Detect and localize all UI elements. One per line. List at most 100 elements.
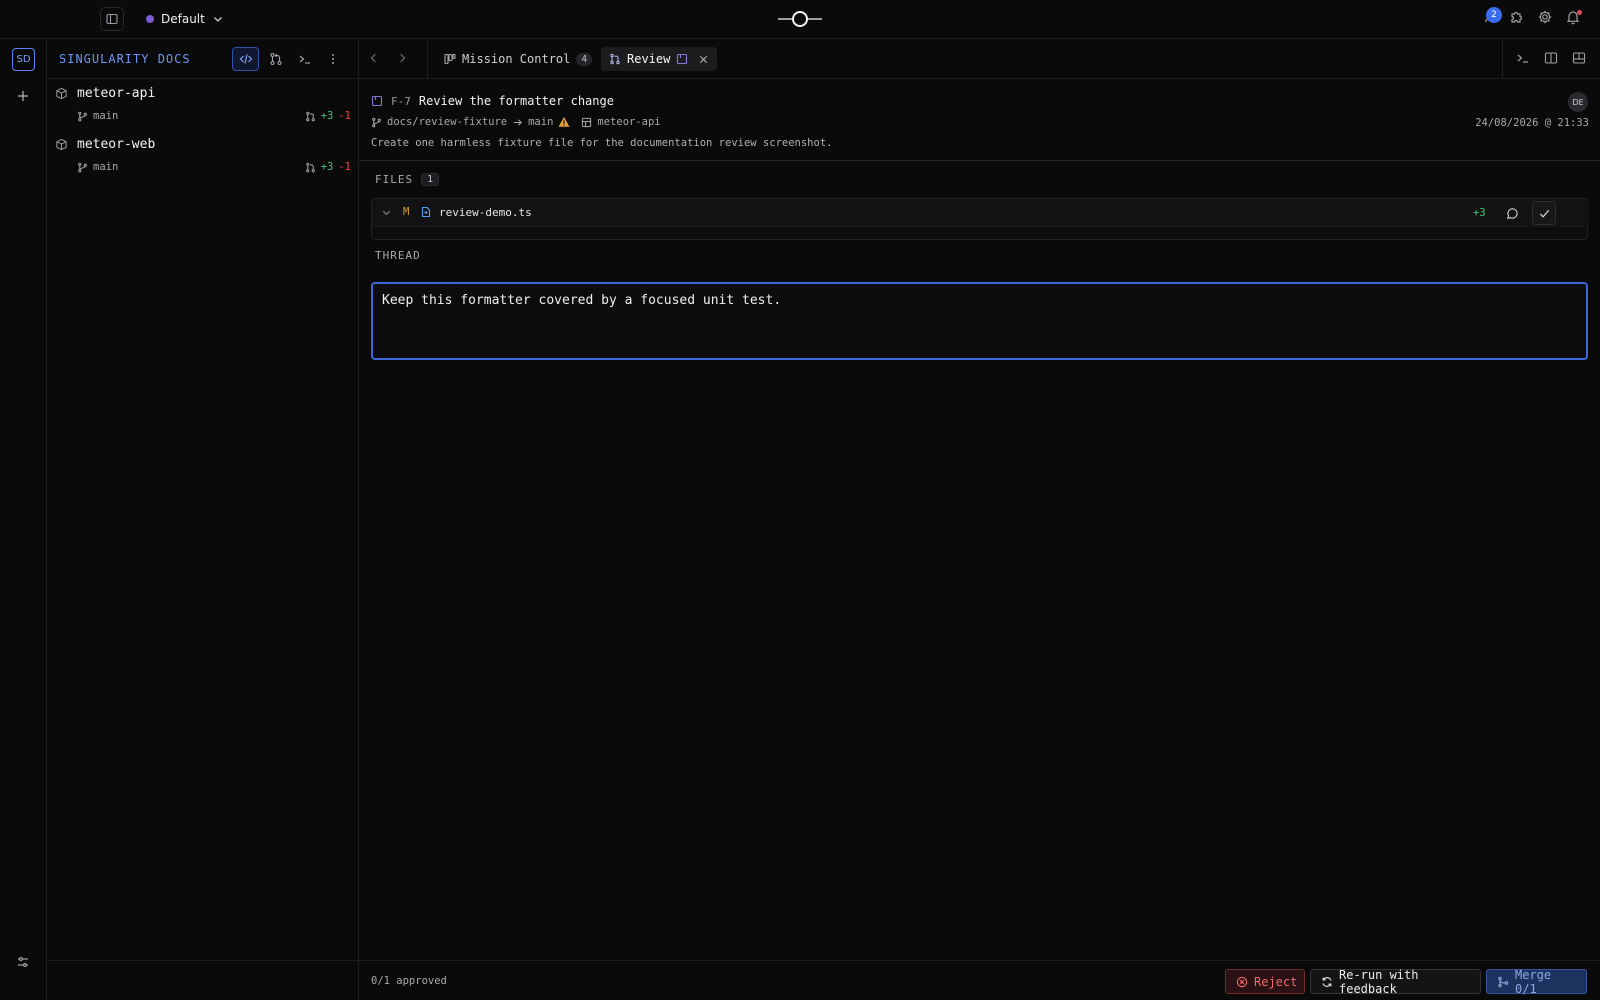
repo-item[interactable]: meteor-web main +3 -1	[55, 137, 351, 177]
close-tab-icon[interactable]	[698, 54, 709, 65]
message-circle-icon	[1506, 207, 1519, 220]
terminal-icon	[298, 52, 312, 66]
task-key: F-7	[391, 94, 411, 108]
git-pull-request-icon	[609, 53, 621, 65]
thread-label: THREAD	[375, 249, 421, 262]
merge-button[interactable]: Merge 0/1	[1486, 967, 1587, 996]
more-options-button[interactable]	[319, 47, 346, 71]
terminal-panel-icon[interactable]	[1516, 51, 1530, 65]
repo-diff-stats: +3 -1	[305, 110, 351, 122]
terminal-button[interactable]	[291, 47, 318, 71]
pull-requests-button[interactable]	[262, 47, 289, 71]
project-badge[interactable]: SD	[12, 48, 35, 71]
cube-icon	[55, 138, 68, 151]
repo-branch-name: main	[93, 110, 119, 122]
workspace-color-dot	[146, 15, 154, 23]
tab-label: Review	[627, 52, 671, 66]
project-rail: SD	[0, 39, 47, 1000]
cube-icon	[55, 87, 68, 100]
main-panel: Mission Control 4 Review F-7 Review the …	[359, 39, 1600, 1000]
tab-review[interactable]: Review	[601, 47, 717, 71]
workspace-name: Default	[161, 12, 205, 26]
file-additions: +3	[1473, 207, 1486, 219]
panel-layout-icon[interactable]	[1572, 51, 1586, 65]
task-status-icon	[371, 95, 383, 107]
x-circle-icon	[1236, 976, 1248, 988]
merge-label: Merge 0/1	[1515, 967, 1552, 996]
back-arrow-icon[interactable]	[367, 51, 381, 65]
review-footer: 0/1 approved Reject Re-run with feedback…	[359, 960, 1600, 1000]
source-branch: docs/review-fixture	[387, 116, 508, 128]
target-branch: main	[528, 116, 554, 128]
sidebar: SINGULARITY DOCS meteor-api main +3 -1 m…	[47, 39, 359, 1000]
workspace-selector[interactable]: Default	[146, 10, 224, 28]
git-compare-icon	[305, 111, 316, 122]
repo-additions: +3	[320, 110, 334, 122]
kanban-icon	[444, 53, 456, 65]
sidebar-toggle-icon	[106, 13, 118, 25]
tab-separator	[427, 39, 428, 79]
task-description: Create one harmless fixture file for the…	[371, 137, 833, 149]
tab-bar: Mission Control 4 Review	[359, 39, 1600, 79]
sidebar-footer	[47, 960, 359, 1000]
puzzle-icon[interactable]	[1509, 9, 1525, 25]
rerun-with-feedback-button[interactable]: Re-run with feedback	[1310, 967, 1481, 996]
tab-mission-control[interactable]: Mission Control 4	[436, 47, 600, 71]
rerun-label: Re-run with feedback	[1339, 967, 1419, 996]
split-view-icon[interactable]	[1544, 51, 1558, 65]
top-bar: Default 2	[0, 0, 1600, 39]
check-icon	[1538, 207, 1551, 220]
git-compare-icon	[305, 162, 316, 173]
files-section-label: FILES 1	[375, 173, 440, 186]
notification-unread-dot	[1577, 10, 1582, 15]
repo-deletions: -1	[338, 161, 351, 173]
task-meta: docs/review-fixture main meteor-api	[371, 116, 661, 128]
sidebar-header: SINGULARITY DOCS	[47, 39, 359, 79]
repo-item[interactable]: meteor-api main +3 -1	[55, 86, 351, 126]
tab-label: Mission Control	[462, 52, 571, 66]
git-pull-request-icon	[269, 52, 283, 66]
repo-diff-stats: +3 -1	[305, 161, 351, 173]
repo-branch: main	[77, 161, 118, 173]
task-heading: F-7 Review the formatter change	[371, 94, 614, 108]
task-status-icon	[676, 53, 688, 65]
sliders-icon[interactable]	[16, 955, 30, 969]
forward-arrow-icon[interactable]	[395, 51, 409, 65]
repo-name: meteor-web	[77, 137, 156, 152]
task-timestamp: 24/08/2026 @ 21:33	[1475, 117, 1589, 129]
file-name[interactable]: review-demo.ts	[439, 206, 532, 219]
repo-name: meteor-api	[77, 86, 156, 101]
git-branch-icon	[371, 117, 382, 128]
files-label: FILES	[375, 173, 414, 186]
code-view-button[interactable]	[232, 47, 259, 71]
task-repo: meteor-api	[597, 116, 661, 128]
reject-button[interactable]: Reject	[1225, 969, 1305, 994]
git-branch-icon	[77, 111, 88, 122]
assignee-avatar[interactable]: DE	[1568, 92, 1588, 112]
repo-icon	[581, 117, 592, 128]
thread-comment-input[interactable]: Keep this formatter covered by a focused…	[371, 282, 1588, 360]
thread-section-label: THREAD	[375, 249, 421, 262]
git-merge-icon	[1497, 976, 1509, 988]
reject-label: Reject	[1254, 974, 1298, 989]
toggle-sidebar-button[interactable]	[100, 7, 124, 31]
notification-count-badge: 2	[1486, 7, 1502, 23]
tab-count-badge: 4	[576, 52, 593, 66]
chevron-down-icon[interactable]	[381, 207, 392, 218]
file-card: M review-demo.ts +3	[371, 198, 1589, 240]
repo-deletions: -1	[338, 110, 351, 122]
git-branch-icon	[77, 162, 88, 173]
task-header: F-7 Review the formatter change DE docs/…	[359, 79, 1600, 161]
arrow-right-icon	[512, 117, 523, 128]
plus-icon[interactable]	[16, 89, 30, 103]
refresh-icon	[1321, 976, 1333, 988]
gear-icon[interactable]	[1537, 9, 1553, 25]
sidebar-title: SINGULARITY DOCS	[59, 52, 191, 66]
approve-file-button[interactable]	[1532, 201, 1556, 225]
comment-button[interactable]	[1500, 201, 1524, 225]
repo-branch: main	[77, 110, 118, 122]
file-row[interactable]: M review-demo.ts +3	[372, 199, 1589, 227]
app-logo-icon	[777, 8, 823, 30]
warning-icon	[558, 116, 570, 128]
approval-status: 0/1 approved	[371, 975, 447, 987]
